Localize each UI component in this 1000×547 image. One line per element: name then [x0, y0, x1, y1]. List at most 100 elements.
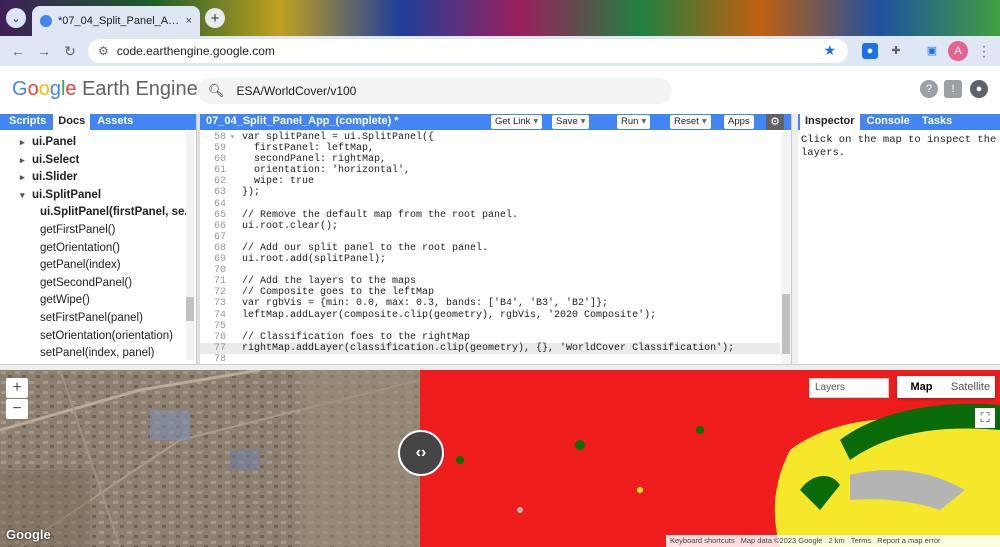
- code-line[interactable]: 65 // Remove the default map from the roo…: [200, 210, 780, 221]
- dataset-search-input[interactable]: 🔍︎ ESA/WorldCover/v100: [198, 78, 672, 104]
- docs-tree-item[interactable]: getFirstPanel(): [0, 222, 196, 240]
- chevron-down-icon[interactable]: ▾: [533, 116, 538, 127]
- tab-search-button[interactable]: ⌄: [6, 8, 26, 28]
- fold-gutter: [230, 298, 238, 309]
- docs-scrollbar[interactable]: [186, 132, 194, 360]
- chevron-right-icon[interactable]: ▸: [20, 134, 28, 152]
- docs-tree-item[interactable]: ▾ ui.SplitPanel: [0, 187, 196, 205]
- code-line[interactable]: 62 wipe: true: [200, 176, 780, 187]
- side-panel-icon[interactable]: ▣: [924, 43, 940, 59]
- chevron-right-icon[interactable]: ▸: [20, 152, 28, 170]
- extensions-puzzle-icon[interactable]: ✚: [888, 43, 904, 59]
- editor-scrollbar-thumb[interactable]: [782, 294, 790, 354]
- tab-assets[interactable]: Assets: [92, 114, 138, 130]
- new-tab-button[interactable]: +: [205, 8, 225, 28]
- docs-tree-item[interactable]: getPanel(index): [0, 257, 196, 275]
- docs-tree-item[interactable]: getOrientation(): [0, 240, 196, 258]
- left-map-satellite-composite[interactable]: + − Google: [0, 370, 421, 547]
- reload-icon[interactable]: ↻: [62, 43, 78, 59]
- forward-arrow-icon[interactable]: →: [36, 43, 52, 59]
- chevron-down-icon[interactable]: ▾: [702, 116, 707, 127]
- help-icon[interactable]: ?: [920, 80, 938, 98]
- gear-icon[interactable]: ⚙: [766, 114, 784, 130]
- line-number: 72: [213, 287, 226, 299]
- report-map-error-link[interactable]: Report a map error: [877, 535, 940, 547]
- bookmark-star-icon[interactable]: ★: [823, 42, 836, 59]
- extension-icon[interactable]: ●: [862, 43, 878, 59]
- profile-avatar[interactable]: A: [948, 41, 968, 61]
- code-line[interactable]: 77 rightMap.addLayer(classification.clip(…: [200, 342, 780, 354]
- docs-tree-item[interactable]: setPanel(index, panel): [0, 345, 196, 363]
- reset-button[interactable]: Reset ▾: [670, 115, 711, 129]
- code-area[interactable]: 58 ▾ var splitPanel = ui.SplitPanel({59 fi…: [200, 132, 780, 365]
- docs-tree-item[interactable]: setOrientation(orientation): [0, 328, 196, 346]
- docs-scrollbar-thumb[interactable]: [186, 297, 194, 321]
- code-line[interactable]: 68 // Add our split panel to the root pan…: [200, 243, 780, 254]
- tab-close-icon[interactable]: ×: [186, 15, 192, 27]
- docs-tree-item[interactable]: ▸ ui.Slider: [0, 169, 196, 187]
- terms-link[interactable]: Terms: [851, 535, 871, 547]
- split-wipe-handle[interactable]: ‹›: [398, 430, 444, 476]
- layers-dropdown[interactable]: Layers: [809, 378, 889, 398]
- docs-tree-item[interactable]: setFirstPanel(panel): [0, 310, 196, 328]
- code-line[interactable]: 71 // Add the layers to the maps: [200, 276, 780, 287]
- feedback-icon[interactable]: !: [944, 80, 962, 98]
- docs-tree-item[interactable]: ▸ ui.Panel: [0, 134, 196, 152]
- code-line[interactable]: 73 var rgbVis = {min: 0.0, max: 0.3, band…: [200, 298, 780, 309]
- account-avatar-icon[interactable]: ●: [970, 80, 988, 98]
- right-panel-tabs: Inspector Console Tasks: [798, 114, 1000, 130]
- browser-tab-active[interactable]: *07_04_Split_Panel_App_(comp ×: [32, 6, 200, 36]
- tab-scripts[interactable]: Scripts: [4, 114, 51, 130]
- code-line[interactable]: 61 orientation: 'horizontal',: [200, 165, 780, 176]
- code-line[interactable]: 72 // Composite goes to the leftMap: [200, 287, 780, 298]
- docs-tree-item[interactable]: getWipe(): [0, 292, 196, 310]
- chevron-down-icon[interactable]: ▾: [641, 116, 646, 127]
- code-line[interactable]: 59 firstPanel: leftMap,: [200, 143, 780, 154]
- zoom-in-button[interactable]: +: [6, 378, 28, 398]
- tab-tasks[interactable]: Tasks: [917, 114, 957, 130]
- get-link-button[interactable]: Get Link ▾: [491, 115, 543, 129]
- chevron-right-icon[interactable]: ▸: [20, 169, 28, 187]
- address-bar[interactable]: ⚙ code.earthengine.google.com ★: [88, 39, 848, 63]
- code-line[interactable]: 75: [200, 321, 780, 332]
- fullscreen-icon[interactable]: ⛶: [975, 408, 995, 428]
- code-text: ui.root.add(splitPanel);: [242, 254, 387, 266]
- code-line[interactable]: 58 ▾ var splitPanel = ui.SplitPanel({: [200, 132, 780, 143]
- script-title: 07_04_Split_Panel_App_(complete) *: [206, 115, 399, 127]
- map-view[interactable]: + − Google Layers Map Satellite ⛶ ‹› Key…: [0, 370, 1000, 547]
- tab-console[interactable]: Console: [862, 114, 915, 130]
- back-arrow-icon[interactable]: ←: [10, 43, 26, 59]
- map-type-map[interactable]: Map: [897, 376, 946, 398]
- tab-docs[interactable]: Docs: [53, 114, 91, 130]
- code-line[interactable]: 66 ui.root.clear();: [200, 221, 780, 232]
- code-text: rightMap.addLayer(classification.clip(ge…: [242, 342, 735, 354]
- line-number: 59: [213, 143, 226, 155]
- chevron-down-icon[interactable]: ▾: [20, 187, 28, 205]
- docs-tree-item[interactable]: getSecondPanel(): [0, 275, 196, 293]
- map-type-satellite[interactable]: Satellite: [946, 376, 995, 398]
- code-line[interactable]: 64: [200, 199, 780, 210]
- apps-button[interactable]: Apps: [724, 115, 754, 129]
- tab-inspector[interactable]: Inspector: [800, 114, 860, 130]
- keyboard-shortcuts-link[interactable]: Keyboard shortcuts: [670, 535, 735, 547]
- site-info-icon[interactable]: ⚙: [98, 44, 109, 58]
- browser-menu-icon[interactable]: ⋮: [976, 43, 992, 59]
- code-line[interactable]: 70: [200, 265, 780, 276]
- chevron-down-icon[interactable]: ▾: [581, 116, 586, 127]
- code-line[interactable]: 63});: [200, 187, 780, 198]
- google-earth-engine-logo[interactable]: Google Earth Engine: [12, 78, 198, 101]
- right-map-worldcover-classification[interactable]: Layers Map Satellite ⛶: [420, 370, 1000, 547]
- docs-tree-item[interactable]: ▸ ui.Select: [0, 152, 196, 170]
- editor-scrollbar[interactable]: [781, 132, 791, 364]
- docs-tree-item[interactable]: ui.SplitPanel(firstPanel, se...: [0, 204, 196, 222]
- zoom-out-button[interactable]: −: [6, 399, 28, 419]
- code-line[interactable]: 74 leftMap.addLayer(composite.clip(geomet…: [200, 310, 780, 321]
- run-button[interactable]: Run ▾: [617, 115, 651, 129]
- code-line[interactable]: 76 // Classification foes to the rightMap: [200, 332, 780, 343]
- code-line[interactable]: 69 ui.root.add(splitPanel);: [200, 254, 780, 265]
- save-button[interactable]: Save ▾: [552, 115, 590, 129]
- code-text: // Add our split panel to the root panel…: [242, 242, 489, 254]
- code-line[interactable]: 60 secondPanel: rightMap,: [200, 154, 780, 165]
- fold-arrow-icon[interactable]: ▾: [230, 132, 238, 143]
- code-line[interactable]: 67: [200, 232, 780, 243]
